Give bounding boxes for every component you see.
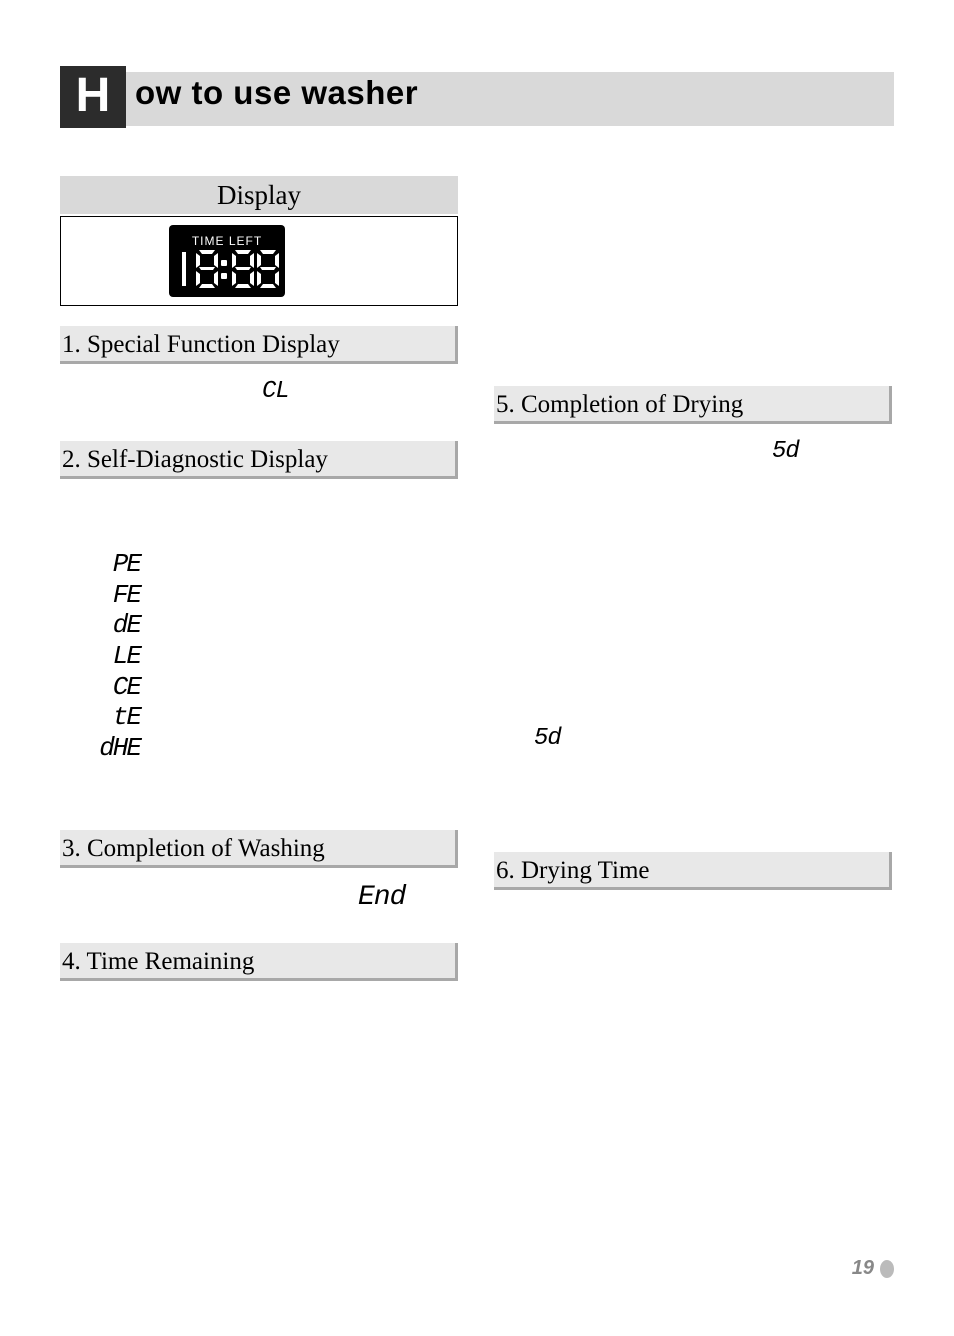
code-row-dE: dE [88, 610, 458, 641]
code-row-LE: LE [88, 641, 458, 672]
code-row-dHE: dHE [88, 733, 458, 764]
code-row-PE: PE [88, 549, 458, 580]
drop-cap: H [60, 66, 126, 128]
section-3-heading: 3. Completion of Washing [60, 830, 458, 868]
page-footer: 19 [852, 1257, 894, 1280]
lcd-colon [221, 250, 229, 288]
section-5-code: 5d [494, 438, 892, 465]
page-title-text: ow to use washer [135, 74, 418, 112]
section-1-row-code: CL [262, 378, 289, 405]
section-2-heading: 2. Self-Diagnostic Display [60, 441, 458, 479]
digit-1 [175, 250, 193, 288]
digit-8c [257, 250, 279, 288]
code-row-tE: tE [88, 702, 458, 733]
lcd-frame: TIME LEFT [60, 216, 458, 306]
digit-8a [196, 250, 218, 288]
page-dot-icon [880, 1260, 894, 1278]
section-1-heading: 1. Special Function Display [60, 326, 458, 364]
section-5-paragraph: 5d [494, 725, 892, 752]
page-number: 19 [852, 1257, 874, 1280]
code-row-FE: FE [88, 580, 458, 611]
display-heading: Display [60, 176, 458, 214]
section-3-row-code: End [358, 882, 405, 913]
section-4-heading: 4. Time Remaining [60, 943, 458, 981]
section-5-heading: 5. Completion of Drying [494, 386, 892, 424]
section-1-row: CL [60, 378, 458, 405]
section-6-heading: 6. Drying Time [494, 852, 892, 890]
lcd-panel: TIME LEFT [169, 225, 285, 297]
page-title-bar: H ow to use washer [60, 72, 894, 126]
lcd-label: TIME LEFT [192, 234, 262, 248]
section-5-inline-code: 5d [534, 725, 561, 752]
error-codes-list: PE FE dE LE CE tE dHE [60, 549, 458, 764]
lcd-digits [175, 250, 279, 288]
code-row-CE: CE [88, 672, 458, 703]
digit-8b [232, 250, 254, 288]
section-3-row: End [60, 882, 458, 913]
